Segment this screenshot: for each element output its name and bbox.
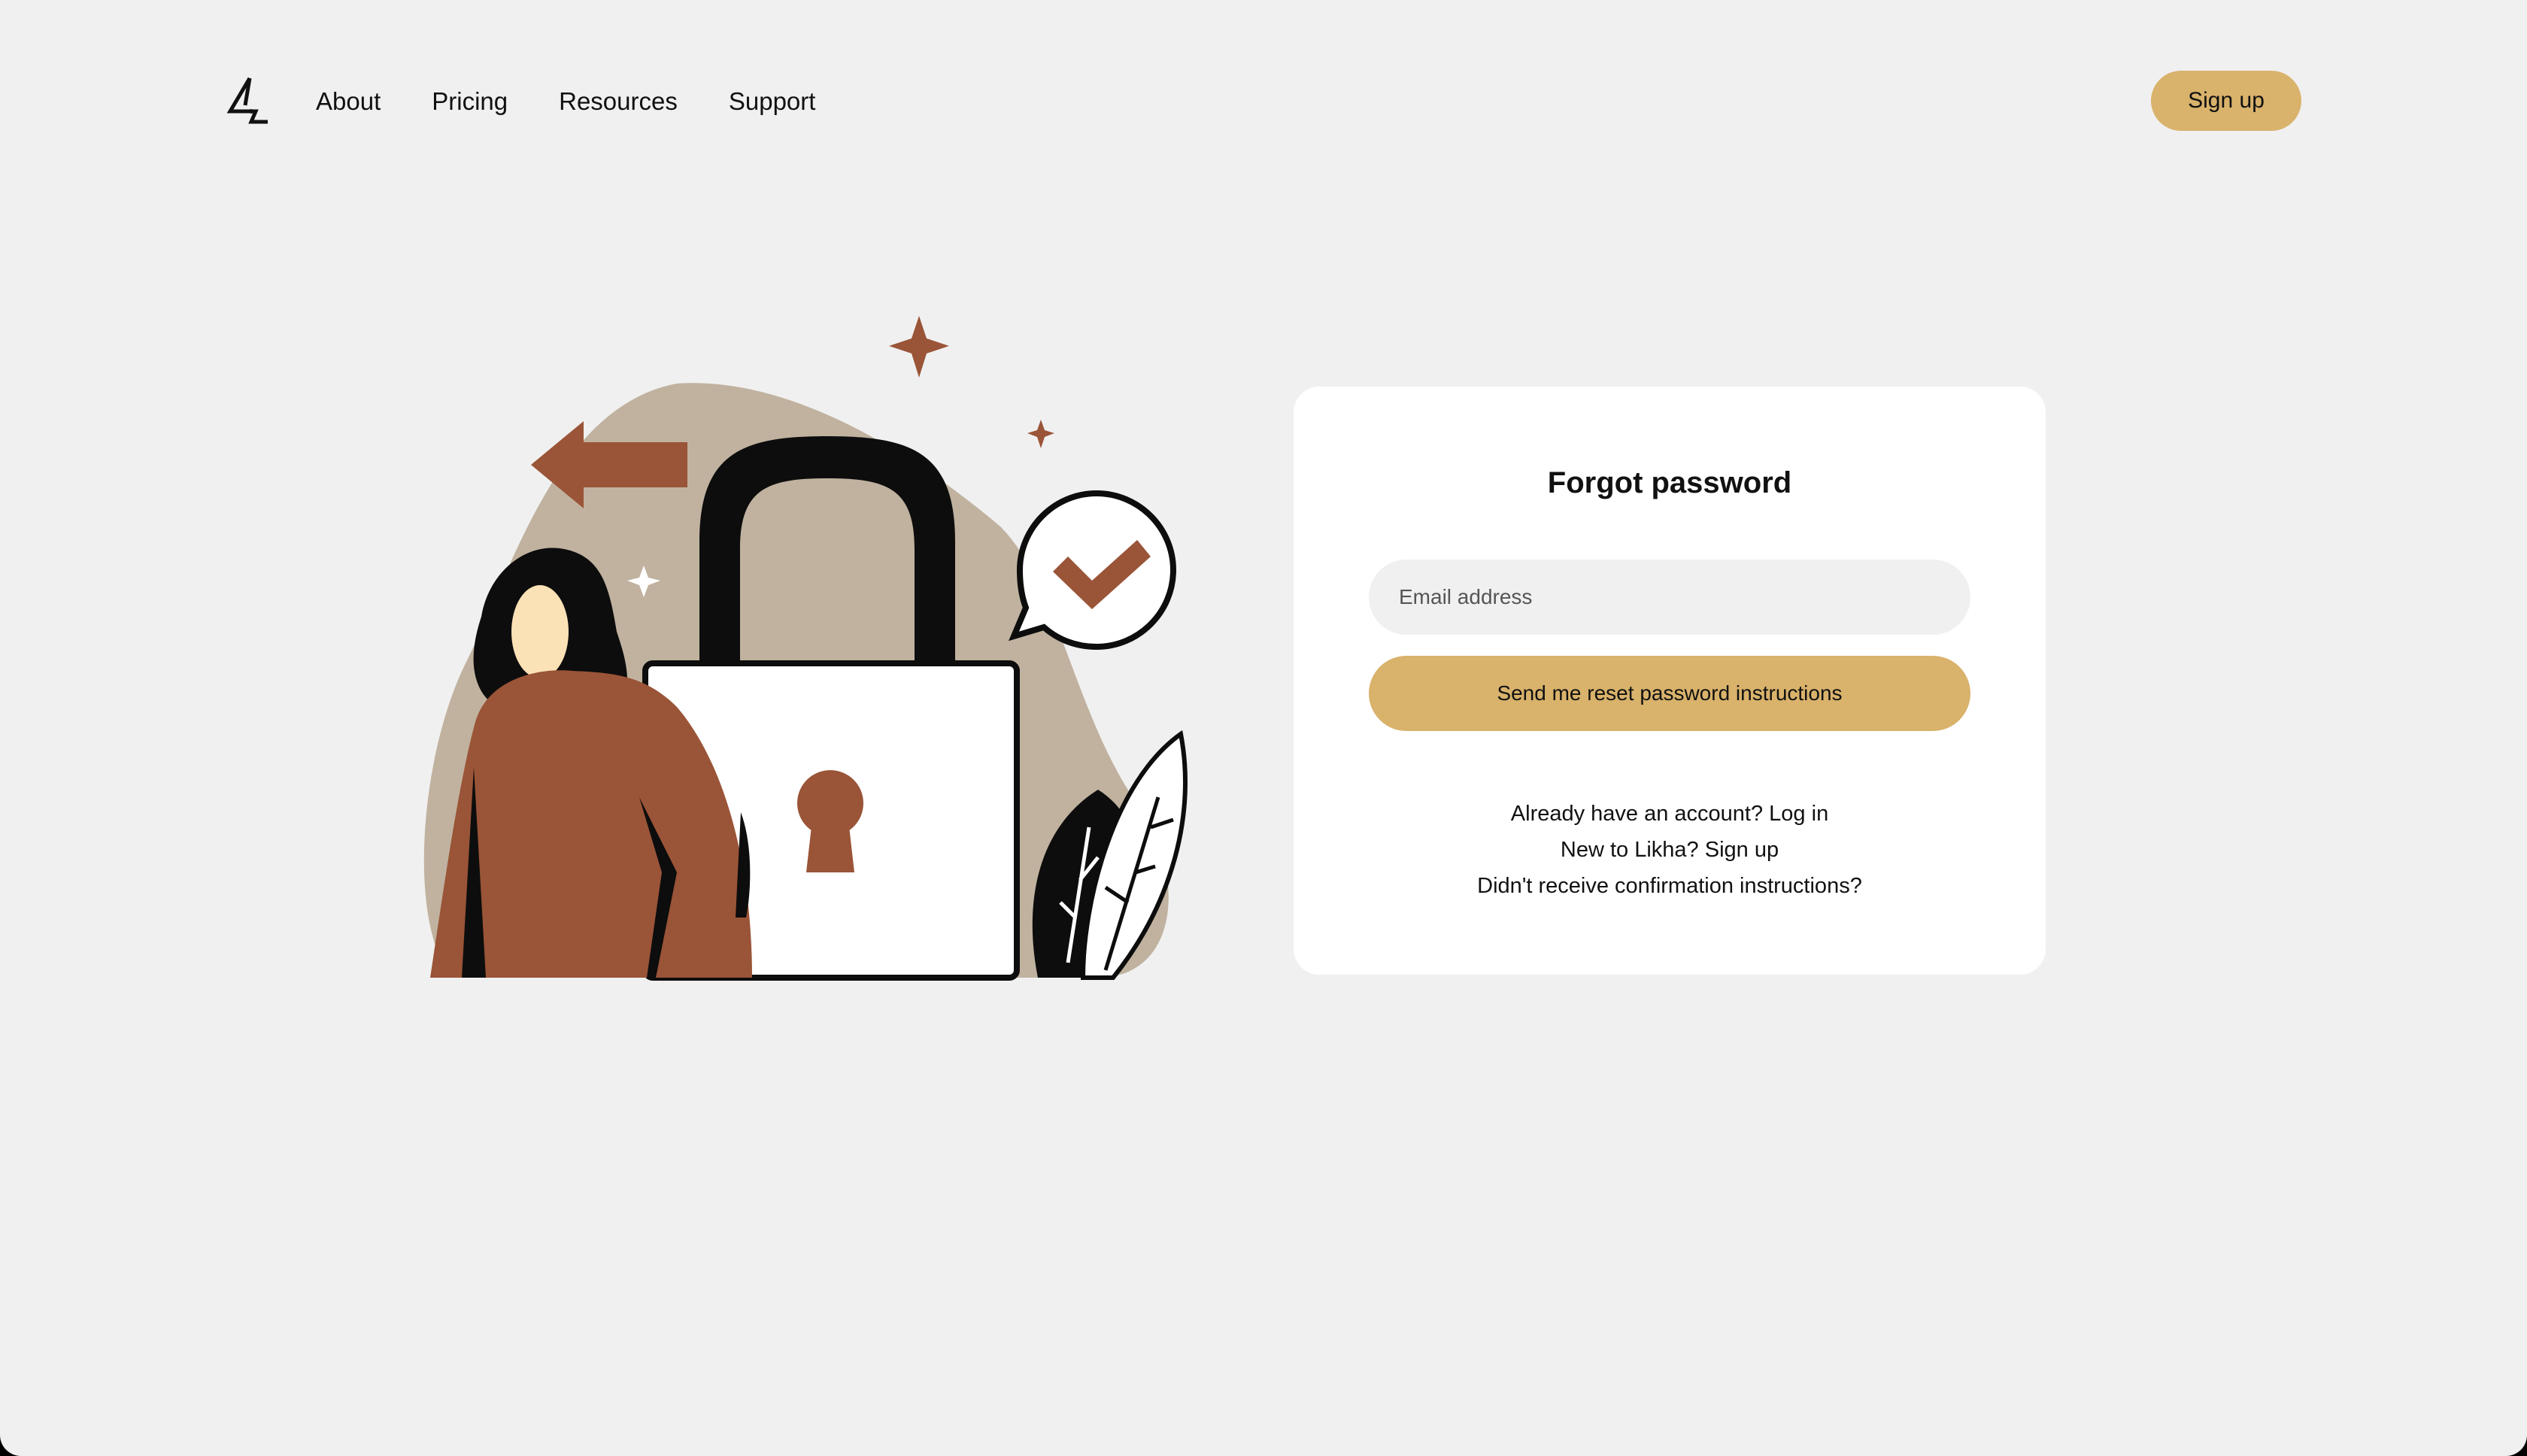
login-link[interactable]: Already have an account? Log in xyxy=(1294,796,2046,832)
likha-logo-icon[interactable] xyxy=(226,75,271,126)
resend-confirmation-link[interactable]: Didn't receive confirmation instructions… xyxy=(1294,868,2046,904)
nav-item-support[interactable]: Support xyxy=(729,87,816,116)
padlock-woman-illustration xyxy=(361,301,1203,993)
check-bubble-icon xyxy=(1009,490,1177,651)
page: About Pricing Resources Support Sign up xyxy=(0,0,2527,1456)
page-title: Forgot password xyxy=(1547,466,1792,499)
email-field[interactable] xyxy=(1369,560,1970,635)
auth-links: Already have an account? Log in New to L… xyxy=(1294,796,2046,904)
nav-item-resources[interactable]: Resources xyxy=(559,87,678,116)
main-nav: About Pricing Resources Support xyxy=(316,83,866,120)
sparkle-icon xyxy=(889,316,949,378)
sparkle-icon xyxy=(1027,420,1054,448)
send-reset-button[interactable]: Send me reset password instructions xyxy=(1369,656,1970,731)
nav-item-pricing[interactable]: Pricing xyxy=(432,87,508,116)
forgot-password-card: Forgot password Send me reset password i… xyxy=(1294,387,2046,975)
signup-button[interactable]: Sign up xyxy=(2151,71,2301,131)
nav-item-about[interactable]: About xyxy=(316,87,381,116)
signup-link[interactable]: New to Likha? Sign up xyxy=(1294,832,2046,868)
